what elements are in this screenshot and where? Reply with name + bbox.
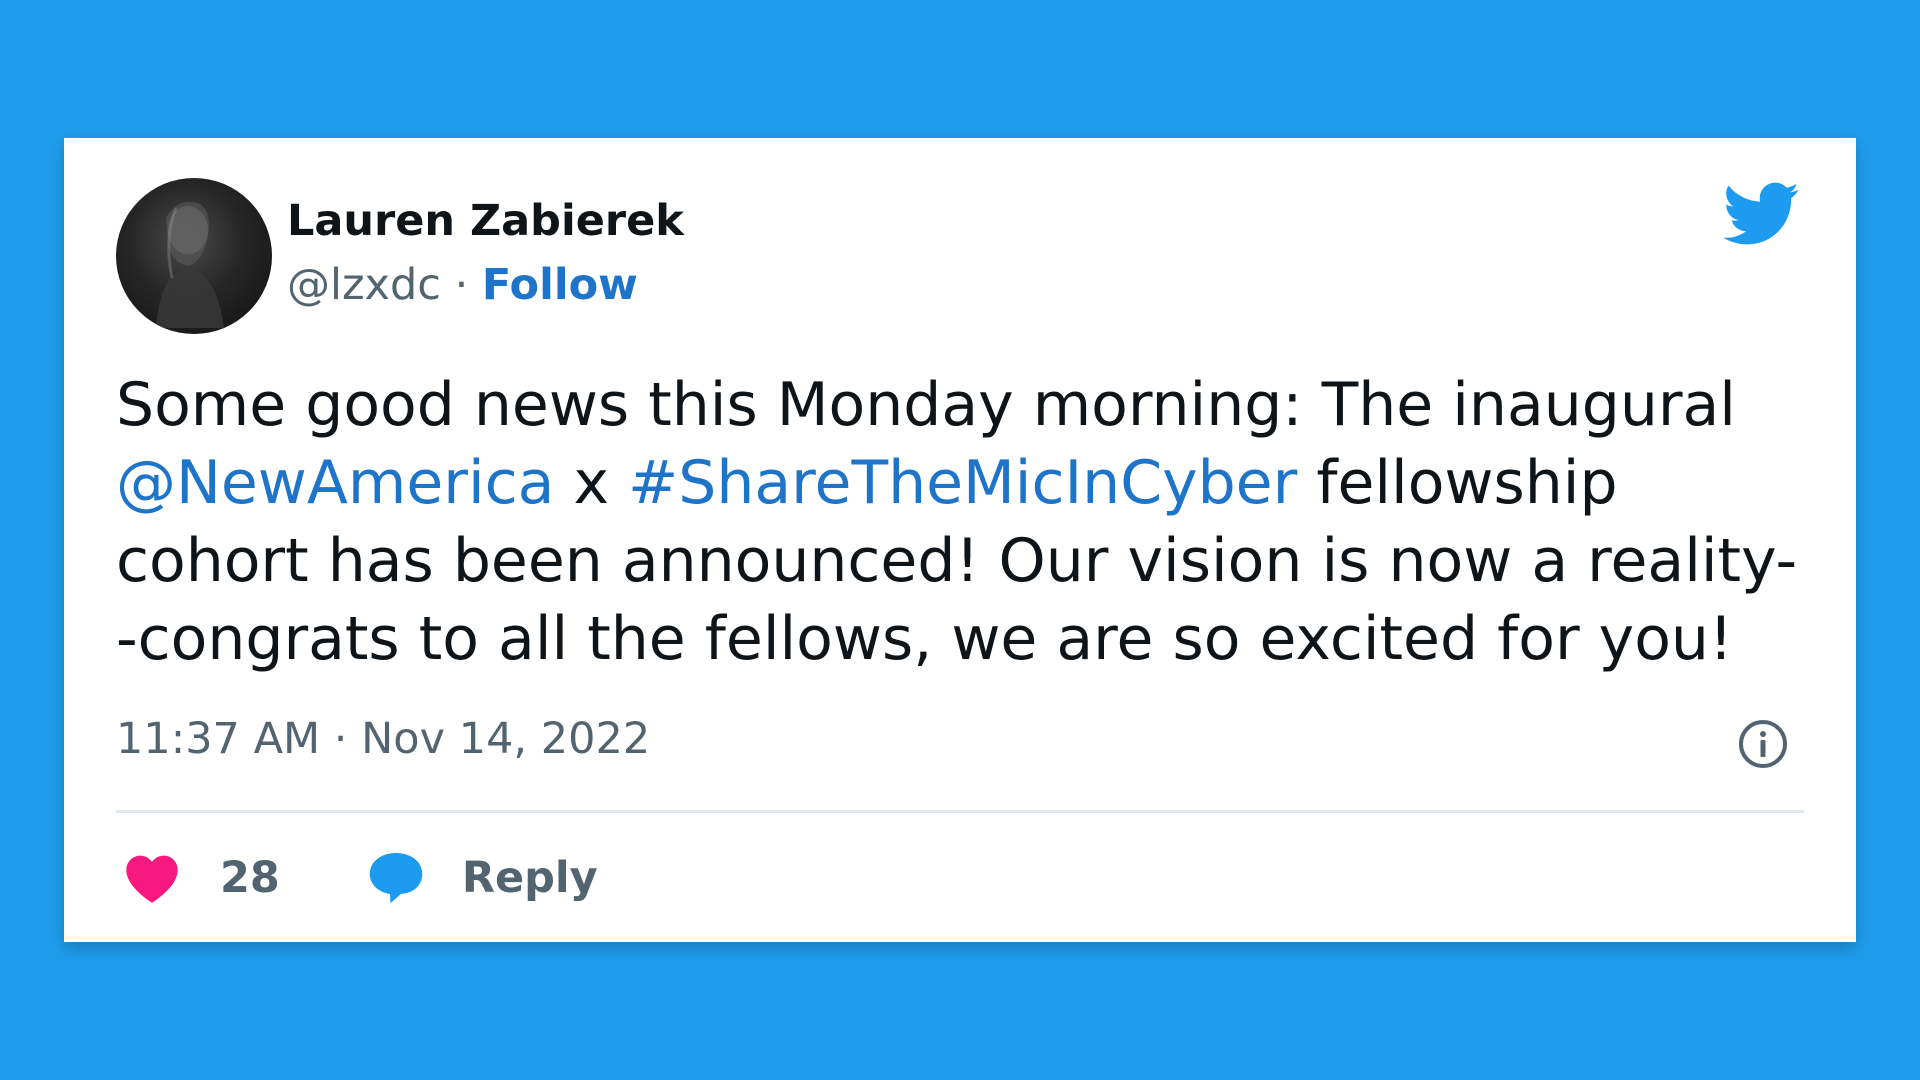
tweet-line-1: Some good news this Monday morning: The …: [116, 370, 1736, 440]
author-handle-row: @lzxdc · Follow: [287, 260, 638, 310]
info-icon[interactable]: [1737, 718, 1789, 770]
avatar[interactable]: [116, 178, 272, 334]
handle-separator: ·: [454, 260, 469, 310]
tweet-connector-text: x: [554, 448, 629, 518]
tweet-time: 11:37 AM: [116, 714, 321, 764]
tweet-actions: 28 Reply: [124, 846, 598, 910]
timestamp-separator: ·: [333, 714, 348, 764]
tweet-line-2: @NewAmerica x #ShareTheMicInCyber fellow…: [116, 444, 1816, 522]
like-count: 28: [220, 853, 280, 903]
mention-link[interactable]: @NewAmerica: [116, 448, 554, 518]
divider: [116, 810, 1804, 813]
tweet-card: Lauren Zabierek @lzxdc · Follow Some goo…: [64, 138, 1856, 942]
avatar-photo-icon: [156, 201, 224, 328]
heart-icon: [126, 855, 178, 903]
hashtag-link[interactable]: #ShareTheMicInCyber: [628, 448, 1297, 518]
timestamp[interactable]: 11:37 AM · Nov 14, 2022: [116, 714, 650, 764]
tweet-text: Some good news this Monday morning: The …: [116, 366, 1816, 678]
like-button[interactable]: 28: [124, 852, 280, 904]
follow-button[interactable]: Follow: [482, 260, 638, 310]
author-handle[interactable]: @lzxdc: [287, 260, 441, 310]
tweet-line-2-rest: fellowship: [1297, 448, 1618, 518]
tweet-line-4: -congrats to all the fellows, we are so …: [116, 604, 1733, 674]
author-name[interactable]: Lauren Zabierek: [287, 196, 684, 246]
tweet-date: Nov 14, 2022: [361, 714, 651, 764]
reply-label: Reply: [461, 853, 598, 903]
reply-button[interactable]: Reply: [366, 850, 598, 906]
tweet-line-3: cohort has been announced! Our vision is…: [116, 526, 1798, 596]
twitter-bird-icon[interactable]: [1724, 182, 1800, 246]
speech-bubble-icon: [369, 853, 423, 903]
